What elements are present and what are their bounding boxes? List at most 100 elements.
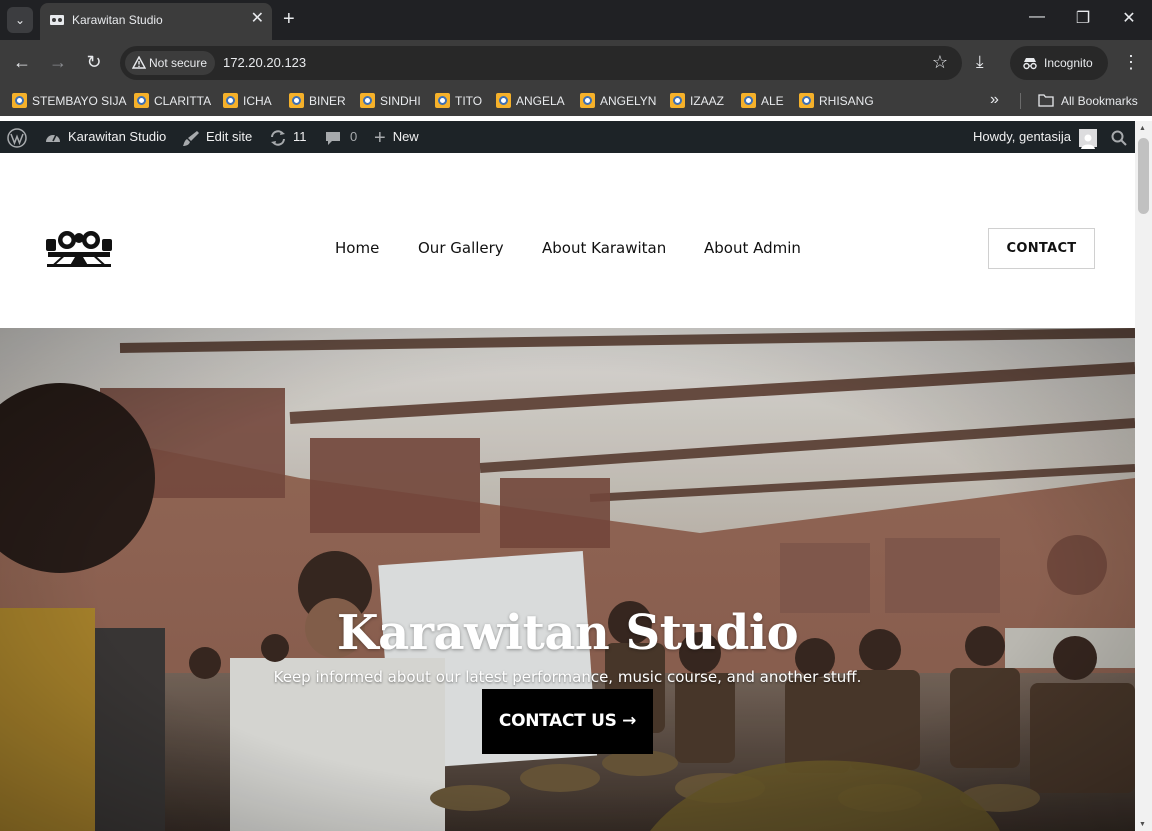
avatar xyxy=(1078,128,1097,149)
admin-search-button[interactable] xyxy=(1111,121,1127,153)
bookmark-favicon-icon xyxy=(12,93,27,108)
bookmark-favicon-icon xyxy=(580,93,595,108)
bookmark-item[interactable]: ANGELA xyxy=(496,93,565,109)
scroll-thumb[interactable] xyxy=(1138,138,1149,214)
nav-about-admin[interactable]: About Admin xyxy=(704,239,801,257)
more-bookmarks-chevron-icon[interactable]: » xyxy=(990,91,999,109)
bookmark-label: IZAAZ xyxy=(690,94,725,108)
tab-title: Karawitan Studio xyxy=(72,13,163,27)
bookmark-favicon-icon xyxy=(741,93,756,108)
all-bookmarks-button[interactable]: All Bookmarks xyxy=(1038,93,1138,109)
bookmark-label: ALE xyxy=(761,94,784,108)
wp-logo-button[interactable] xyxy=(7,121,27,153)
dashboard-gauge-icon xyxy=(46,134,60,142)
page-scrollbar[interactable]: ▲ ▼ xyxy=(1135,121,1152,831)
forward-arrow-icon[interactable]: → xyxy=(47,52,69,72)
bookmark-item[interactable]: ANGELYN xyxy=(580,93,656,109)
wordpress-logo-icon xyxy=(7,127,27,148)
bookmark-label: STEMBAYO SIJA xyxy=(32,94,127,108)
nav-home[interactable]: Home xyxy=(335,239,379,257)
edit-site-link[interactable]: Edit site xyxy=(182,121,252,153)
bookmark-item[interactable]: SINDHI xyxy=(360,93,421,109)
edit-site-label: Edit site xyxy=(206,129,253,144)
bookmark-favicon-icon xyxy=(496,93,511,108)
comments-link[interactable]: 0 xyxy=(325,121,357,153)
bookmark-item[interactable]: RHISANG xyxy=(799,93,874,109)
updates-count: 11 xyxy=(293,129,307,144)
bookmark-favicon-icon xyxy=(799,93,814,108)
address-bar[interactable]: Not secure 172.20.20.123 ☆ xyxy=(120,46,962,80)
contact-button[interactable]: CONTACT xyxy=(988,228,1095,269)
bookmarks-bar: STEMBAYO SIJA CLARITTA ICHA BINER SINDHI… xyxy=(0,86,1152,116)
tab-search-button[interactable]: ⌄ xyxy=(7,7,33,33)
bookmark-label: CLARITTA xyxy=(154,94,212,108)
incognito-label: Incognito xyxy=(1044,56,1093,70)
brush-icon xyxy=(183,130,199,146)
hero-section: Karawitan Studio Keep informed about our… xyxy=(0,328,1135,831)
reload-icon[interactable]: ↻ xyxy=(83,52,105,72)
wp-admin-bar: Karawitan Studio Edit site 11 0 + New How… xyxy=(0,121,1152,153)
restore-icon[interactable]: ❐ xyxy=(1073,8,1093,28)
howdy-label: Howdy, gentasija xyxy=(973,129,1072,144)
new-label: New xyxy=(392,129,419,144)
incognito-icon xyxy=(1023,58,1037,70)
bookmark-item[interactable]: CLARITTA xyxy=(134,93,211,109)
bookmark-item[interactable]: STEMBAYO SIJA xyxy=(12,93,126,109)
user-silhouette-icon xyxy=(1080,134,1095,149)
all-bookmarks-label: All Bookmarks xyxy=(1061,94,1138,108)
bookmark-item[interactable]: IZAAZ xyxy=(670,93,724,109)
warning-triangle-icon xyxy=(132,56,146,69)
bookmark-favicon-icon xyxy=(289,93,304,108)
bookmark-favicon-icon xyxy=(223,93,238,108)
bookmark-label: BINER xyxy=(309,94,346,108)
site-favicon-icon xyxy=(50,15,64,25)
plus-icon: + xyxy=(374,126,386,149)
folder-icon xyxy=(1038,94,1054,107)
bookmark-favicon-icon xyxy=(360,93,375,108)
new-content-menu[interactable]: + New xyxy=(374,121,419,153)
new-tab-button[interactable]: + xyxy=(283,8,295,30)
browser-tab-strip: ⌄ Karawitan Studio ✕ + — ❐ ✕ xyxy=(0,0,1152,40)
my-account-menu[interactable]: Howdy, gentasija xyxy=(973,121,1097,153)
bookmarks-divider xyxy=(1020,93,1021,109)
back-arrow-icon[interactable]: ← xyxy=(11,52,33,72)
bookmark-label: TITO xyxy=(455,94,483,108)
site-name-menu[interactable]: Karawitan Studio xyxy=(44,121,166,153)
bookmark-item[interactable]: BINER xyxy=(289,93,346,109)
security-label: Not secure xyxy=(149,56,208,70)
close-tab-icon[interactable]: ✕ xyxy=(251,11,264,27)
window-close-icon[interactable]: ✕ xyxy=(1119,8,1139,28)
bookmark-favicon-icon xyxy=(134,93,149,108)
contact-us-button[interactable]: CONTACT US → xyxy=(482,689,653,754)
bookmark-favicon-icon xyxy=(670,93,685,108)
scroll-down-arrow-icon[interactable]: ▼ xyxy=(1139,821,1146,828)
bookmark-item[interactable]: ALE xyxy=(741,93,784,109)
url-text[interactable]: 172.20.20.123 xyxy=(223,55,306,70)
site-name-label: Karawitan Studio xyxy=(68,129,167,144)
nav-our-gallery[interactable]: Our Gallery xyxy=(418,239,504,257)
download-icon[interactable]: ⤓ xyxy=(976,52,984,72)
bookmark-item[interactable]: TITO xyxy=(435,93,482,109)
search-icon xyxy=(1111,130,1127,146)
bookmark-label: SINDHI xyxy=(380,94,421,108)
active-tab[interactable]: Karawitan Studio ✕ xyxy=(40,3,272,40)
bookmark-label: RHISANG xyxy=(819,94,874,108)
updates-refresh-icon xyxy=(271,129,285,146)
bookmark-label: ICHA xyxy=(243,94,272,108)
browser-menu-icon[interactable]: ⋮ xyxy=(1122,52,1140,73)
minimize-icon[interactable]: — xyxy=(1027,8,1047,26)
scroll-up-arrow-icon[interactable]: ▲ xyxy=(1139,125,1146,132)
hero-title: Karawitan Studio xyxy=(336,605,799,661)
hero-background-photo xyxy=(0,328,1135,831)
nav-about-karawitan[interactable]: About Karawitan xyxy=(542,239,666,257)
bookmark-star-icon[interactable]: ☆ xyxy=(932,52,948,73)
security-chip[interactable]: Not secure xyxy=(125,51,216,75)
comment-bubble-icon xyxy=(326,131,340,145)
hero-subtitle: Keep informed about our latest performan… xyxy=(273,668,862,686)
bookmark-item[interactable]: ICHA xyxy=(223,93,272,109)
updates-link[interactable]: 11 xyxy=(269,121,307,153)
incognito-badge[interactable]: Incognito xyxy=(1010,46,1108,80)
karawitan-logo-icon[interactable] xyxy=(45,226,113,268)
browser-toolbar: ← → ↻ Not secure 172.20.20.123 ☆ ⤓ Incog… xyxy=(0,40,1152,86)
comments-count: 0 xyxy=(350,129,358,144)
